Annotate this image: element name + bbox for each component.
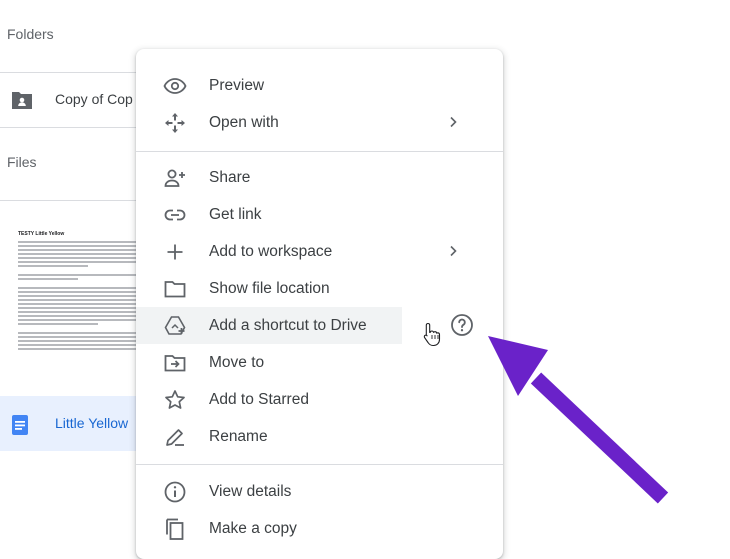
menu-item-label: Move to xyxy=(209,354,265,371)
menu-item-add-to-workspace[interactable]: Add to workspace xyxy=(136,233,503,270)
menu-item-get-link[interactable]: Get link xyxy=(136,196,503,233)
menu-divider xyxy=(136,464,503,465)
menu-item-label: Add to Starred xyxy=(209,391,309,408)
menu-item-share[interactable]: Share xyxy=(136,159,503,196)
shared-folder-icon xyxy=(10,89,34,116)
menu-item-view-details[interactable]: View details xyxy=(136,473,503,510)
menu-item-label: Add to workspace xyxy=(209,243,333,260)
google-docs-icon xyxy=(12,415,28,440)
move-to-icon xyxy=(163,351,187,375)
menu-item-add-shortcut[interactable]: Add a shortcut to Drive xyxy=(136,307,402,344)
open-with-icon xyxy=(163,111,187,135)
hand-cursor-icon xyxy=(422,321,442,347)
eye-icon xyxy=(163,74,187,98)
plus-icon xyxy=(163,240,187,264)
link-icon xyxy=(163,203,187,227)
menu-item-label: Add a shortcut to Drive xyxy=(209,317,367,334)
menu-item-add-to-starred[interactable]: Add to Starred xyxy=(136,381,503,418)
document-thumbnail: TESTY Little Yellow xyxy=(18,231,138,396)
menu-item-label: View details xyxy=(209,483,292,500)
menu-item-preview[interactable]: Preview xyxy=(136,67,503,104)
chevron-right-icon xyxy=(445,114,461,130)
rename-icon xyxy=(163,425,187,449)
menu-item-rename[interactable]: Rename xyxy=(136,418,503,455)
menu-item-label: Get link xyxy=(209,206,262,223)
menu-item-open-with[interactable]: Open with xyxy=(136,104,503,141)
menu-item-label: Make a copy xyxy=(209,520,297,537)
info-icon xyxy=(163,480,187,504)
menu-item-make-a-copy[interactable]: Make a copy xyxy=(136,510,503,547)
file-name-bar[interactable]: Little Yellow xyxy=(0,396,140,451)
file-name: Little Yellow xyxy=(55,415,129,431)
document-thumbnail-title: TESTY Little Yellow xyxy=(18,231,65,237)
person-add-icon xyxy=(163,166,187,190)
menu-item-label: Rename xyxy=(209,428,268,445)
context-menu: Preview Open with Share Get link Add to … xyxy=(136,49,503,559)
menu-item-move-to[interactable]: Move to xyxy=(136,344,503,381)
folder-row[interactable]: Copy of Cop xyxy=(0,72,140,128)
folders-section-label: Folders xyxy=(7,26,54,42)
menu-item-label: Open with xyxy=(209,114,279,131)
star-icon xyxy=(163,388,187,412)
add-shortcut-icon xyxy=(163,314,187,338)
menu-item-label: Preview xyxy=(209,77,265,94)
copy-icon xyxy=(163,517,187,541)
help-icon[interactable] xyxy=(450,313,474,337)
menu-divider xyxy=(136,151,503,152)
menu-item-label: Show file location xyxy=(209,280,330,297)
menu-item-show-file-location[interactable]: Show file location xyxy=(136,270,503,307)
folder-name: Copy of Cop xyxy=(55,91,133,107)
menu-item-label: Share xyxy=(209,169,251,186)
files-section-label: Files xyxy=(7,154,37,170)
file-card[interactable]: TESTY Little Yellow Little Yellow xyxy=(0,200,140,451)
folder-icon xyxy=(163,277,187,301)
chevron-right-icon xyxy=(445,243,461,259)
